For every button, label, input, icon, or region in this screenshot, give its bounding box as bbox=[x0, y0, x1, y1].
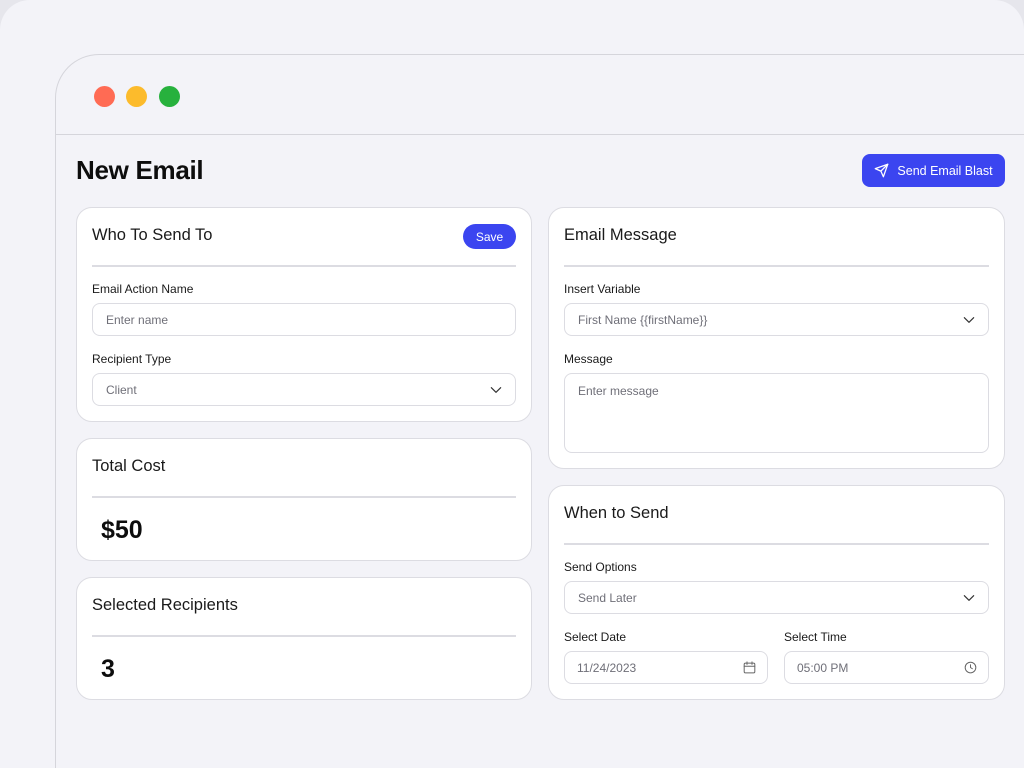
calendar-icon[interactable] bbox=[742, 660, 757, 675]
recipient-type-value: Client bbox=[106, 382, 137, 397]
recipient-type-select[interactable]: Client bbox=[92, 373, 516, 406]
when-to-send-title: When to Send bbox=[564, 504, 669, 522]
message-textarea[interactable]: Enter message bbox=[564, 373, 989, 453]
minimize-window-button[interactable] bbox=[126, 86, 147, 107]
chevron-down-icon bbox=[963, 595, 975, 601]
close-window-button[interactable] bbox=[94, 86, 115, 107]
selected-recipients-title: Selected Recipients bbox=[92, 596, 238, 614]
time-input[interactable]: 05:00 PM bbox=[784, 651, 989, 684]
time-value: 05:00 PM bbox=[797, 660, 849, 675]
save-button[interactable]: Save bbox=[463, 224, 516, 249]
total-cost-value: $50 bbox=[101, 516, 143, 544]
who-to-send-card: Who To Send To Save Email Action Name En… bbox=[76, 207, 532, 422]
who-to-send-title: Who To Send To bbox=[92, 226, 213, 244]
recipient-type-label: Recipient Type bbox=[92, 352, 172, 366]
maximize-window-button[interactable] bbox=[159, 86, 180, 107]
chevron-down-icon bbox=[490, 387, 502, 393]
date-value: 11/24/2023 bbox=[577, 660, 637, 675]
insert-variable-value: First Name {{firstName}} bbox=[578, 312, 708, 327]
when-to-send-card: When to Send Send Options Send Later Sel… bbox=[548, 485, 1005, 700]
card-divider bbox=[564, 543, 989, 545]
send-options-label: Send Options bbox=[564, 560, 637, 574]
selected-recipients-value: 3 bbox=[101, 655, 115, 683]
select-time-label: Select Time bbox=[784, 630, 847, 644]
select-date-label: Select Date bbox=[564, 630, 627, 644]
send-options-select[interactable]: Send Later bbox=[564, 581, 989, 614]
send-options-value: Send Later bbox=[578, 590, 637, 605]
total-cost-title: Total Cost bbox=[92, 457, 166, 475]
email-message-card: Email Message Insert Variable First Name… bbox=[548, 207, 1005, 469]
send-email-blast-button[interactable]: Send Email Blast bbox=[862, 154, 1005, 187]
message-label: Message bbox=[564, 352, 613, 366]
app-window: New Email Send Email Blast Who To Send T… bbox=[55, 54, 1024, 768]
send-email-blast-label: Send Email Blast bbox=[897, 163, 993, 178]
clock-icon[interactable] bbox=[963, 660, 978, 675]
insert-variable-select[interactable]: First Name {{firstName}} bbox=[564, 303, 989, 336]
card-divider bbox=[92, 265, 516, 267]
email-action-name-input[interactable]: Enter name bbox=[92, 303, 516, 336]
window-titlebar bbox=[56, 55, 1024, 135]
page-title: New Email bbox=[76, 155, 204, 185]
card-divider bbox=[564, 265, 989, 267]
email-message-title: Email Message bbox=[564, 226, 677, 244]
total-cost-card: Total Cost $50 bbox=[76, 438, 532, 561]
card-divider bbox=[92, 635, 516, 637]
card-divider bbox=[92, 496, 516, 498]
paper-plane-icon bbox=[875, 163, 889, 178]
insert-variable-label: Insert Variable bbox=[564, 282, 641, 296]
email-action-name-label: Email Action Name bbox=[92, 282, 194, 296]
selected-recipients-card: Selected Recipients 3 bbox=[76, 577, 532, 700]
chevron-down-icon bbox=[963, 317, 975, 323]
app-background: New Email Send Email Blast Who To Send T… bbox=[0, 0, 1024, 768]
date-input[interactable]: 11/24/2023 bbox=[564, 651, 768, 684]
